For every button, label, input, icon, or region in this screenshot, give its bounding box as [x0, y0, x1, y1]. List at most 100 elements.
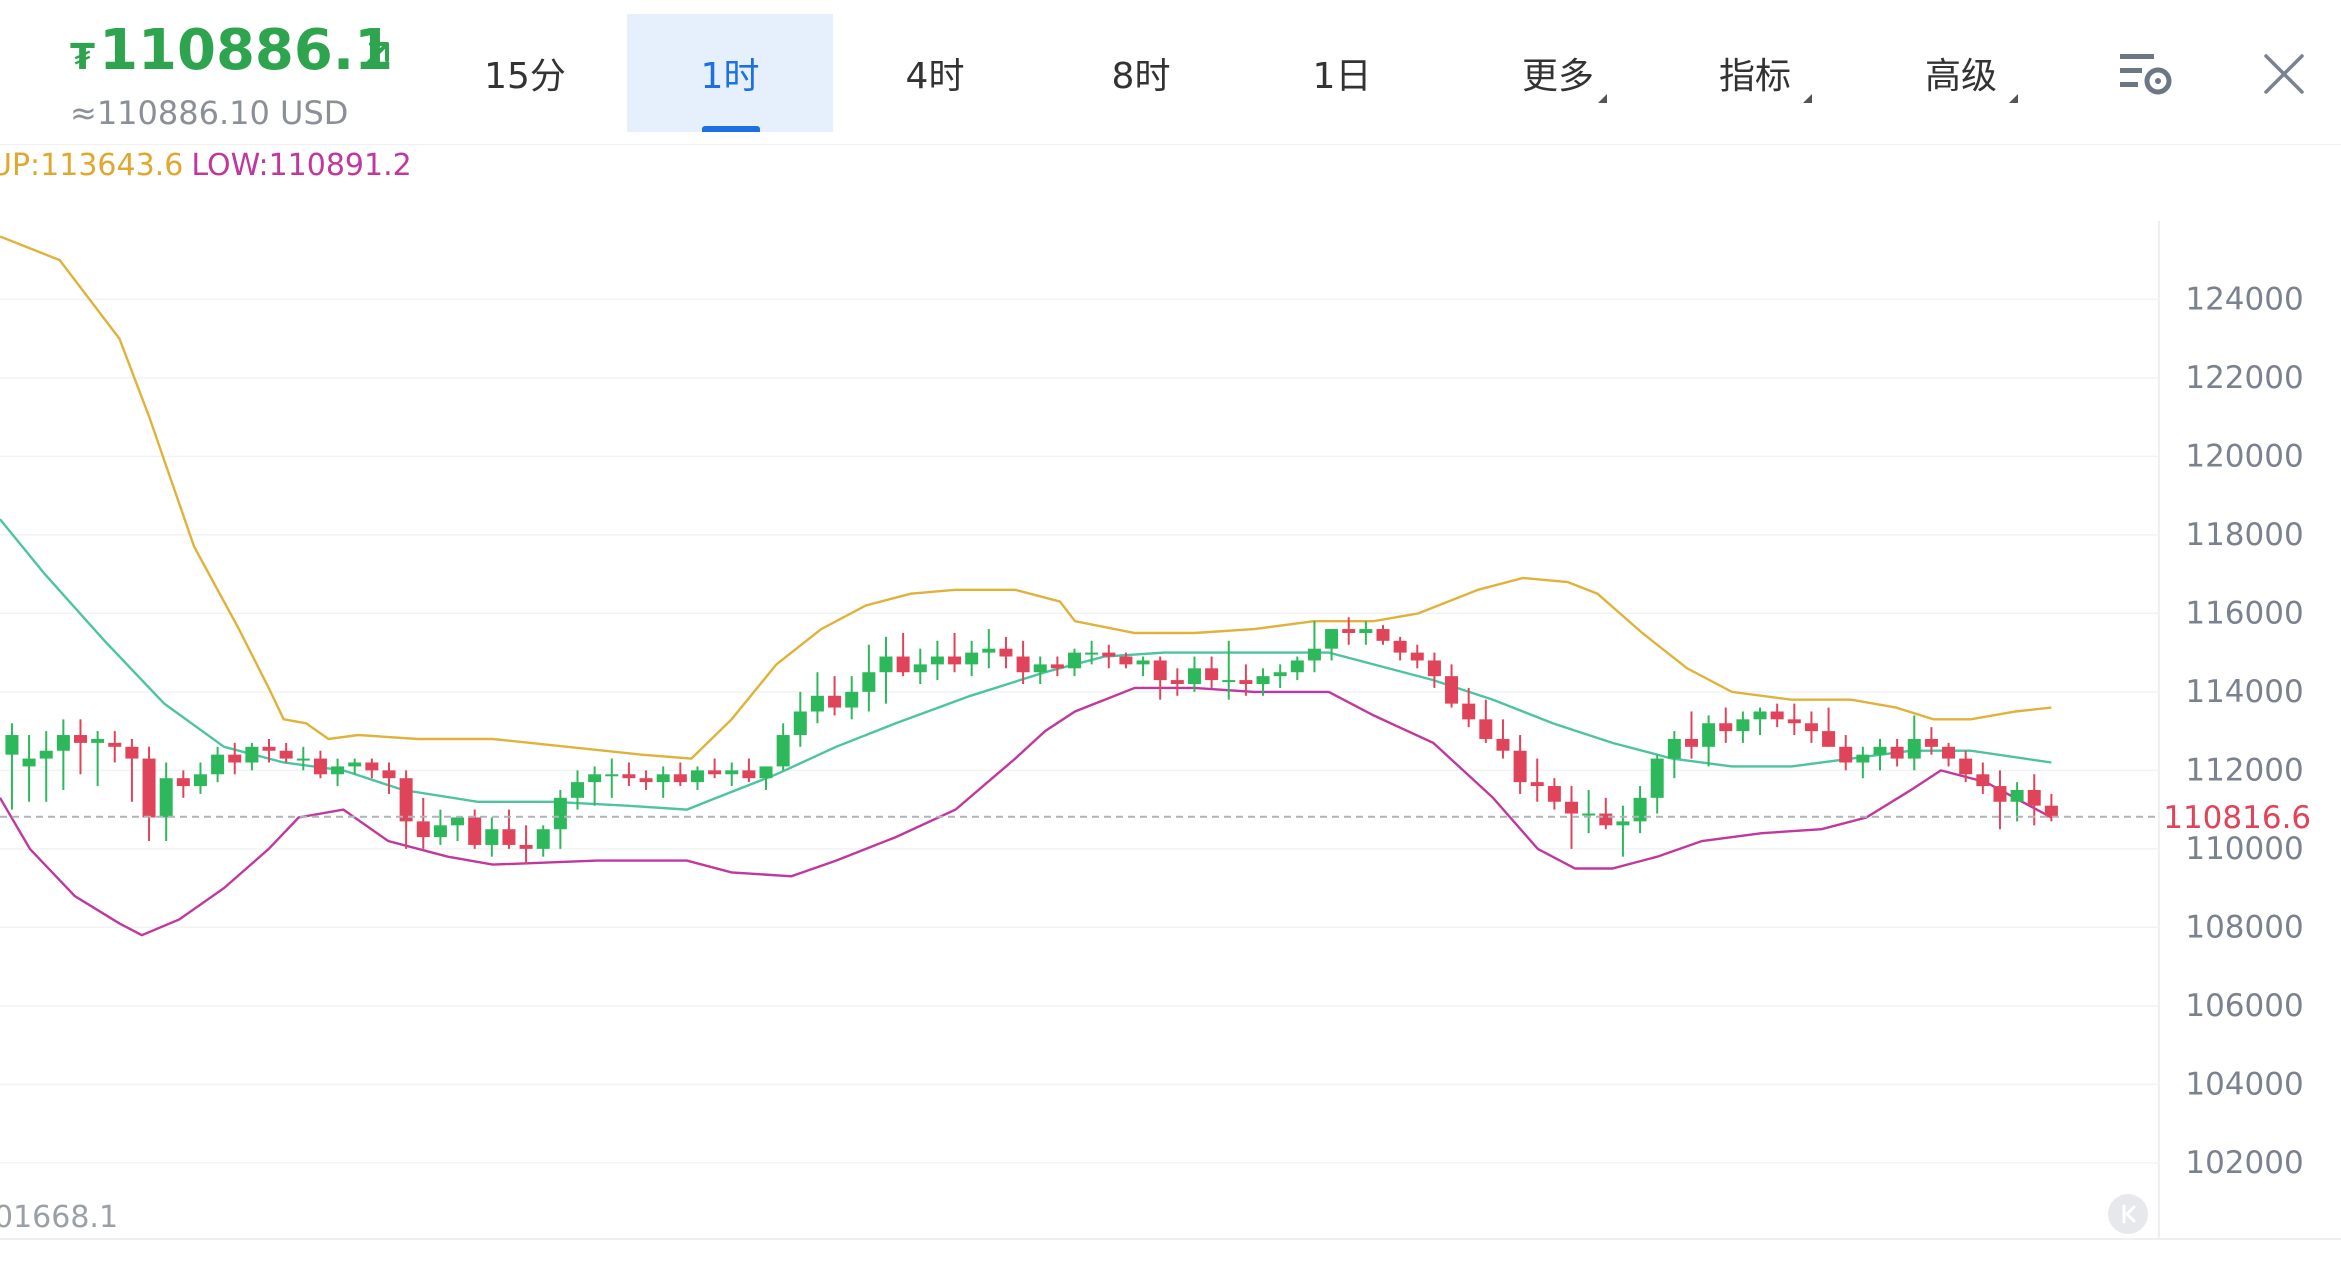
candle-body [2027, 789, 2041, 806]
candle-body [553, 797, 567, 830]
candle-body [1907, 738, 1921, 759]
candle-body [879, 656, 893, 673]
candle-body [91, 738, 105, 743]
candle-body [1684, 738, 1698, 747]
candle-body [56, 735, 70, 751]
candle-body [1050, 664, 1064, 669]
candle-body [1033, 664, 1047, 673]
candle-body [1085, 652, 1099, 655]
bollinger-upper-line [0, 235, 2052, 760]
candle-body [1633, 797, 1647, 822]
y-tick-label: 124000 [2185, 281, 2303, 317]
last-price-value: 110886.1 [99, 18, 394, 83]
candle-body [245, 746, 259, 763]
candle-body [1479, 719, 1493, 739]
candle-body [1359, 629, 1373, 633]
tab-label: 15分 [484, 56, 566, 97]
tab-label: 8时 [1111, 56, 1171, 97]
y-tick-label: 110000 [2185, 831, 2303, 867]
tab-4h[interactable]: 4时 [865, 14, 1005, 132]
candle-body [536, 829, 550, 849]
candle-body [1102, 652, 1116, 657]
candle-body [468, 817, 482, 845]
candle-body [262, 746, 276, 751]
candle-body [965, 652, 979, 665]
candle-body [1976, 774, 1990, 787]
candle-body [502, 829, 516, 845]
y-tick-label: 122000 [2185, 360, 2303, 396]
candle-body [399, 778, 413, 822]
candle-body [1736, 719, 1750, 732]
candle-body [1393, 640, 1407, 653]
candle-body [1770, 711, 1784, 720]
candle-body [5, 735, 19, 755]
candle-body [742, 770, 756, 779]
candle-body [1582, 813, 1596, 816]
candle-body [1273, 672, 1287, 677]
candle-body [1599, 813, 1613, 826]
candle-body [1462, 703, 1476, 720]
collapse-icon[interactable] [2108, 1194, 2148, 1234]
candle-body [1325, 629, 1339, 649]
candle-body [1856, 754, 1870, 763]
y-tick-label: 106000 [2185, 988, 2303, 1024]
current-price-label: 110816.6 [2163, 800, 2311, 836]
candle-body [296, 758, 310, 761]
candle-body [1839, 746, 1853, 763]
min-price-label: 01668.1 [0, 1200, 118, 1235]
candle-body [1427, 660, 1441, 677]
candle-body [1890, 746, 1904, 759]
candle-body [930, 656, 944, 665]
tab-more[interactable]: 更多 [1478, 14, 1638, 132]
candle-body [2044, 805, 2058, 818]
candle-body [1822, 731, 1836, 747]
tab-1d[interactable]: 1日 [1272, 14, 1412, 132]
candle-body [1719, 723, 1733, 732]
candle-body [365, 762, 379, 771]
caret-down-icon [1598, 94, 1607, 103]
candle-body [708, 770, 722, 775]
candle-body [1153, 660, 1167, 681]
candle-body [1547, 786, 1561, 802]
candle-body [948, 656, 962, 665]
candle-body [1119, 656, 1133, 665]
arrow-up-right-icon [363, 42, 389, 68]
tab-indicators[interactable]: 指标 [1685, 14, 1825, 132]
chart-settings-icon[interactable] [2118, 50, 2174, 100]
tab-advanced[interactable]: 高级 [1891, 14, 2031, 132]
candle-body [656, 774, 670, 783]
candle-body [793, 711, 807, 736]
candle-body [1702, 723, 1716, 747]
tab-1h[interactable]: 1时 [627, 14, 833, 132]
candle-body [1205, 668, 1219, 681]
tab-8h[interactable]: 8时 [1071, 14, 1211, 132]
candle-body [1187, 668, 1201, 685]
candlestick-chart[interactable]: 124000 122000 120000 118000 116000 114000 1120… [0, 144, 2341, 1238]
candle-body [605, 774, 619, 777]
candle-body [108, 742, 122, 747]
candle-body [433, 825, 447, 838]
candle-body [639, 778, 653, 783]
close-icon[interactable] [2262, 52, 2306, 96]
candle-body [1222, 680, 1236, 683]
candle-body [142, 758, 156, 818]
candle-body [759, 766, 773, 779]
candle-body [1445, 676, 1459, 704]
candle-body [1170, 680, 1184, 685]
candle-body [1530, 782, 1544, 787]
candle-body [1290, 660, 1304, 673]
y-tick-label: 118000 [2185, 517, 2303, 553]
y-tick-label: 102000 [2185, 1145, 2303, 1181]
candle-body [1410, 652, 1424, 661]
candle-body [1753, 711, 1767, 720]
tab-label: 高级 [1924, 56, 1997, 97]
candle-body [1376, 629, 1390, 641]
candle-body [451, 817, 465, 826]
candle-body [588, 774, 602, 783]
candle-body [1787, 719, 1801, 724]
candle-body [1616, 821, 1630, 826]
active-tab-indicator [702, 126, 760, 132]
tab-15m[interactable]: 15分 [455, 14, 595, 132]
candle-body [725, 770, 739, 775]
candle-body [1016, 656, 1030, 673]
